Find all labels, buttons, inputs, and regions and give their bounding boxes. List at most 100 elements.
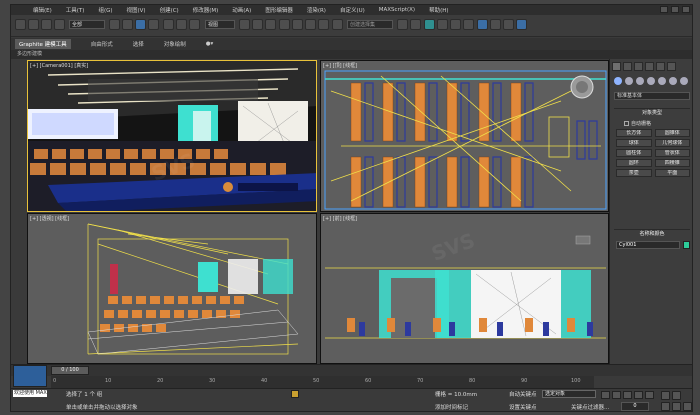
undo-icon[interactable]	[15, 19, 26, 30]
ribbon-options-icon[interactable]: ●▾	[206, 41, 214, 47]
name-color-rollout[interactable]: 名称和颜色	[614, 229, 690, 237]
viewport-label-camera[interactable]: [+] [Camera001] [真实]	[30, 62, 88, 69]
schematic-view-icon[interactable]	[463, 19, 474, 30]
tab-graphite-modeling[interactable]: Graphite 建模工具	[15, 39, 71, 49]
select-object-icon[interactable]	[109, 19, 120, 30]
menu-item-animation[interactable]: 动画(A)	[232, 6, 251, 14]
material-editor-icon[interactable]	[477, 19, 488, 30]
percent-snap-icon[interactable]	[305, 19, 316, 30]
auto-key-button[interactable]: 自动关键点	[509, 390, 537, 398]
previous-frame-icon[interactable]	[612, 391, 621, 399]
link-icon[interactable]	[41, 19, 52, 30]
reference-coord-dropdown[interactable]: 视图	[205, 20, 235, 29]
viewport-label-top[interactable]: [+] [顶] [线框]	[323, 62, 357, 69]
pan-icon[interactable]	[661, 402, 670, 411]
menu-item-help[interactable]: 帮助(H)	[429, 6, 448, 14]
shapes-icon[interactable]	[625, 77, 633, 85]
viewport-perspective[interactable]: [+] [透视] [线框]	[27, 213, 317, 364]
go-to-end-icon[interactable]	[645, 391, 654, 399]
spacewarps-icon[interactable]	[669, 77, 677, 85]
sphere-button[interactable]: 球体	[616, 139, 652, 147]
set-key-button[interactable]: 设置关键点	[509, 403, 537, 411]
tab-selection[interactable]: 选择	[133, 40, 144, 48]
key-filters-button[interactable]: 关键点过滤器...	[571, 403, 609, 411]
cone-button[interactable]: 圆锥体	[654, 129, 690, 137]
menu-item-rendering[interactable]: 渲染(R)	[307, 6, 326, 14]
pivot-icon[interactable]	[239, 19, 250, 30]
add-time-tag-button[interactable]: 添加时间标记	[435, 403, 468, 411]
plane-button[interactable]: 平面	[654, 169, 690, 177]
orbit-icon[interactable]	[672, 402, 681, 411]
time-slider[interactable]: 0 / 100	[51, 366, 89, 375]
object-type-rollout[interactable]: 对象类型	[614, 108, 690, 116]
angle-snap-icon[interactable]	[292, 19, 303, 30]
object-color-swatch[interactable]	[683, 241, 690, 249]
snap-toggle-icon[interactable]	[279, 19, 290, 30]
rotate-icon[interactable]	[176, 19, 187, 30]
selection-filter-dropdown[interactable]: 全部	[69, 20, 105, 29]
play-icon[interactable]	[623, 391, 632, 399]
window-crossing-icon[interactable]	[148, 19, 159, 30]
primitive-category-dropdown[interactable]: 标准基本体	[614, 92, 690, 100]
menu-item-tools[interactable]: 工具(T)	[66, 6, 85, 14]
viewport-label-front[interactable]: [+] [前] [线框]	[323, 215, 357, 222]
align-icon[interactable]	[410, 19, 421, 30]
modify-tab-icon[interactable]	[623, 62, 632, 71]
geosphere-button[interactable]: 几何球体	[654, 139, 690, 147]
render-icon[interactable]	[516, 19, 527, 30]
object-name-field[interactable]: Cyl001	[616, 241, 680, 249]
systems-icon[interactable]	[680, 77, 688, 85]
menu-item-edit[interactable]: 编辑(E)	[33, 6, 52, 14]
ribbon-panel-label[interactable]: 多边形建模	[11, 50, 692, 59]
maximize-button[interactable]	[671, 6, 679, 13]
teapot-button[interactable]: 茶壶	[616, 169, 652, 177]
zoom-all-icon[interactable]	[672, 391, 681, 400]
lights-icon[interactable]	[636, 77, 644, 85]
tube-button[interactable]: 管状体	[654, 149, 690, 157]
track-bar[interactable]: 0 10 20 30 40 50 60 70 80 90 100	[51, 376, 594, 388]
menu-item-customize[interactable]: 自定义(U)	[340, 6, 365, 14]
select-manipulate-icon[interactable]	[252, 19, 263, 30]
hierarchy-tab-icon[interactable]	[634, 62, 643, 71]
viewport-camera[interactable]: [+] [Camera001] [真实]	[27, 60, 317, 212]
unlink-icon[interactable]	[54, 19, 65, 30]
rendered-frame-icon[interactable]	[503, 19, 514, 30]
edit-named-selection-icon[interactable]	[332, 19, 343, 30]
mirror-icon[interactable]	[397, 19, 408, 30]
checkbox-box[interactable]	[624, 121, 629, 126]
utilities-tab-icon[interactable]	[667, 62, 676, 71]
render-setup-icon[interactable]	[490, 19, 501, 30]
menu-item-create[interactable]: 创建(C)	[160, 6, 179, 14]
menu-item-graph-editors[interactable]: 图形编辑器	[265, 6, 293, 14]
viewport-label-perspective[interactable]: [+] [透视] [线框]	[30, 215, 69, 222]
autogrid-checkbox[interactable]: 自动栅格	[624, 120, 651, 127]
layer-manager-icon[interactable]	[424, 19, 435, 30]
minimize-button[interactable]	[660, 6, 668, 13]
layer-icon[interactable]	[13, 365, 47, 387]
redo-icon[interactable]	[28, 19, 39, 30]
viewport-top[interactable]: [+] [顶] [线框]	[320, 60, 609, 212]
maximize-viewport-icon[interactable]	[683, 402, 692, 411]
cameras-icon[interactable]	[647, 77, 655, 85]
next-frame-icon[interactable]	[634, 391, 643, 399]
close-button[interactable]	[682, 6, 690, 13]
spinner-snap-icon[interactable]	[318, 19, 329, 30]
select-by-name-icon[interactable]	[122, 19, 133, 30]
menu-item-maxscript[interactable]: MAXScript(X)	[379, 7, 415, 13]
geometry-icon[interactable]	[614, 77, 622, 85]
torus-button[interactable]: 圆环	[616, 159, 652, 167]
menu-item-group[interactable]: 组(G)	[98, 6, 112, 14]
lock-selection-icon[interactable]	[291, 390, 299, 398]
menu-item-views[interactable]: 视图(V)	[127, 6, 146, 14]
tab-freeform[interactable]: 自由形式	[91, 40, 113, 48]
key-selection-set-dropdown[interactable]: 选定对象	[542, 390, 596, 398]
named-selection-input[interactable]: 创建选择集	[347, 20, 393, 29]
graphite-toggle-icon[interactable]	[437, 19, 448, 30]
pyramid-button[interactable]: 四棱锥	[654, 159, 690, 167]
move-icon[interactable]	[163, 19, 174, 30]
display-tab-icon[interactable]	[656, 62, 665, 71]
rect-selection-icon[interactable]	[135, 19, 146, 30]
maxscript-listener[interactable]: 欢迎使用 MAXSc	[13, 390, 47, 397]
current-frame-field[interactable]: 0	[621, 402, 649, 411]
zoom-icon[interactable]	[661, 391, 670, 400]
